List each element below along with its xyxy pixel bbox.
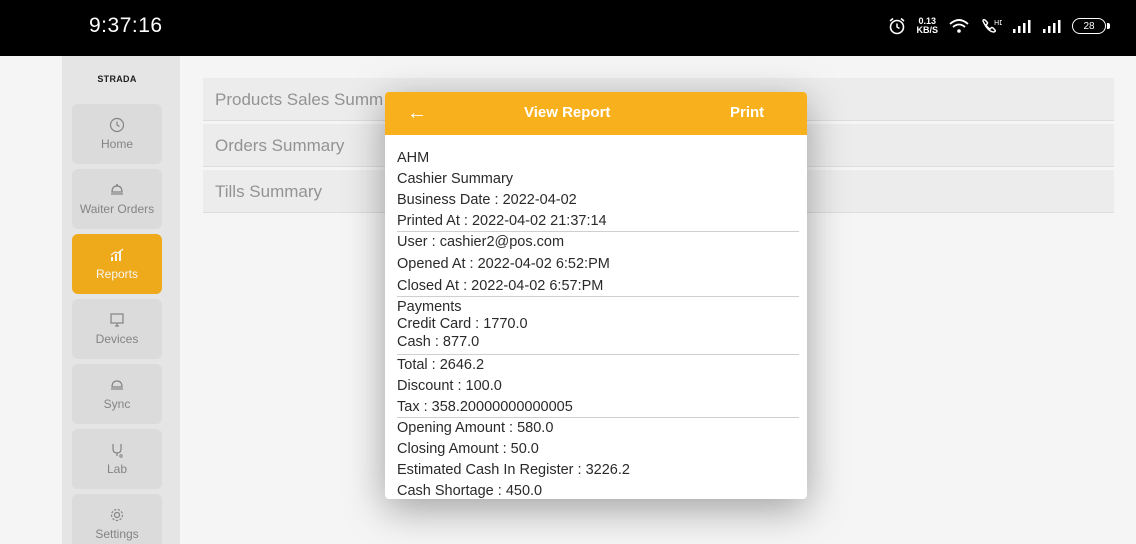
report-total: Total : 2646.2 [397, 357, 485, 373]
alarm-icon [889, 17, 905, 35]
sidebar-item-reports[interactable]: Reports [72, 234, 162, 294]
lab-icon [112, 444, 123, 458]
clock-icon [109, 117, 125, 133]
signal-icon [1013, 20, 1031, 33]
sidebar-item-settings[interactable]: Settings [72, 494, 162, 544]
report-closing-amount: Closing Amount : 50.0 [397, 441, 539, 457]
sidebar-item-label: Lab [106, 462, 128, 476]
report-cash-shortage: Cash Shortage : 450.0 [397, 483, 543, 499]
report-tax: Tax : 358.20000000000005 [397, 399, 573, 415]
report-payments-heading: Payments [397, 299, 462, 315]
divider [397, 296, 799, 297]
wifi-icon [949, 19, 969, 33]
divider [397, 417, 799, 418]
battery-icon: 28 [1072, 18, 1110, 34]
signal-icon [1043, 20, 1061, 33]
list-item-label: Tills Summary [215, 182, 323, 201]
report-type: Cashier Summary [397, 171, 514, 187]
svg-text:HD: HD [994, 19, 1002, 27]
sidebar-item-label: Reports [95, 267, 139, 281]
report-business-date: Business Date : 2022-04-02 [397, 192, 577, 208]
waiter-icon [111, 184, 123, 195]
sidebar-item-label: Home [100, 137, 133, 151]
status-icons: 0.13 KB/S HD 28 [888, 16, 1110, 35]
divider [397, 231, 799, 232]
volte-icon: HD [982, 18, 1002, 33]
sidebar-item-sync[interactable]: Sync [72, 364, 162, 424]
gear-icon [110, 508, 124, 522]
view-report-dialog: ← View Report Print AHM Cashier Summary … [385, 92, 807, 499]
report-user: User : cashier2@pos.com [397, 234, 565, 250]
print-button[interactable]: Print [730, 104, 764, 121]
sidebar-item-lab[interactable]: Lab [72, 429, 162, 489]
sidebar-item-label: Settings [95, 527, 139, 541]
net-speed: 0.13 KB/S [916, 16, 938, 35]
list-item-label: Products Sales Summ [215, 90, 384, 109]
report-credit-card: Credit Card : 1770.0 [397, 316, 528, 332]
brand-logo: STRADA [97, 74, 137, 84]
sidebar-item-devices[interactable]: Devices [72, 299, 162, 359]
divider [397, 354, 799, 355]
list-item-label: Orders Summary [215, 136, 345, 155]
report-discount: Discount : 100.0 [397, 378, 502, 394]
sidebar-item-waiter-orders[interactable]: Waiter Orders [72, 169, 162, 229]
report-cash: Cash : 877.0 [397, 334, 480, 350]
back-arrow-icon[interactable]: ← [407, 102, 427, 124]
sidebar-item-home[interactable]: Home [72, 104, 162, 164]
chart-icon [110, 248, 124, 261]
report-estimated-cash: Estimated Cash In Register : 3226.2 [397, 462, 630, 478]
status-time: 9:37:16 [89, 14, 163, 37]
sync-icon [111, 380, 123, 390]
dialog-title: View Report [524, 104, 611, 121]
sidebar-item-label: Sync [103, 397, 131, 411]
report-closed-at: Closed At : 2022-04-02 6:57:PM [397, 278, 604, 294]
report-store: AHM [397, 150, 430, 166]
sidebar-item-label: Waiter Orders [79, 202, 155, 216]
sidebar-item-label: Devices [95, 332, 139, 346]
devices-icon [110, 313, 124, 327]
status-bar: 9:37:16 0.13 KB/S HD 28 [0, 0, 1136, 56]
report-opening-amount: Opening Amount : 580.0 [397, 420, 554, 436]
sidebar: STRADA Home Waiter Orders Reports Device… [62, 56, 180, 544]
report-opened-at: Opened At : 2022-04-02 6:52:PM [397, 256, 610, 272]
dialog-header: ← View Report Print [385, 92, 807, 135]
report-printed-at: Printed At : 2022-04-02 21:37:14 [397, 213, 607, 229]
